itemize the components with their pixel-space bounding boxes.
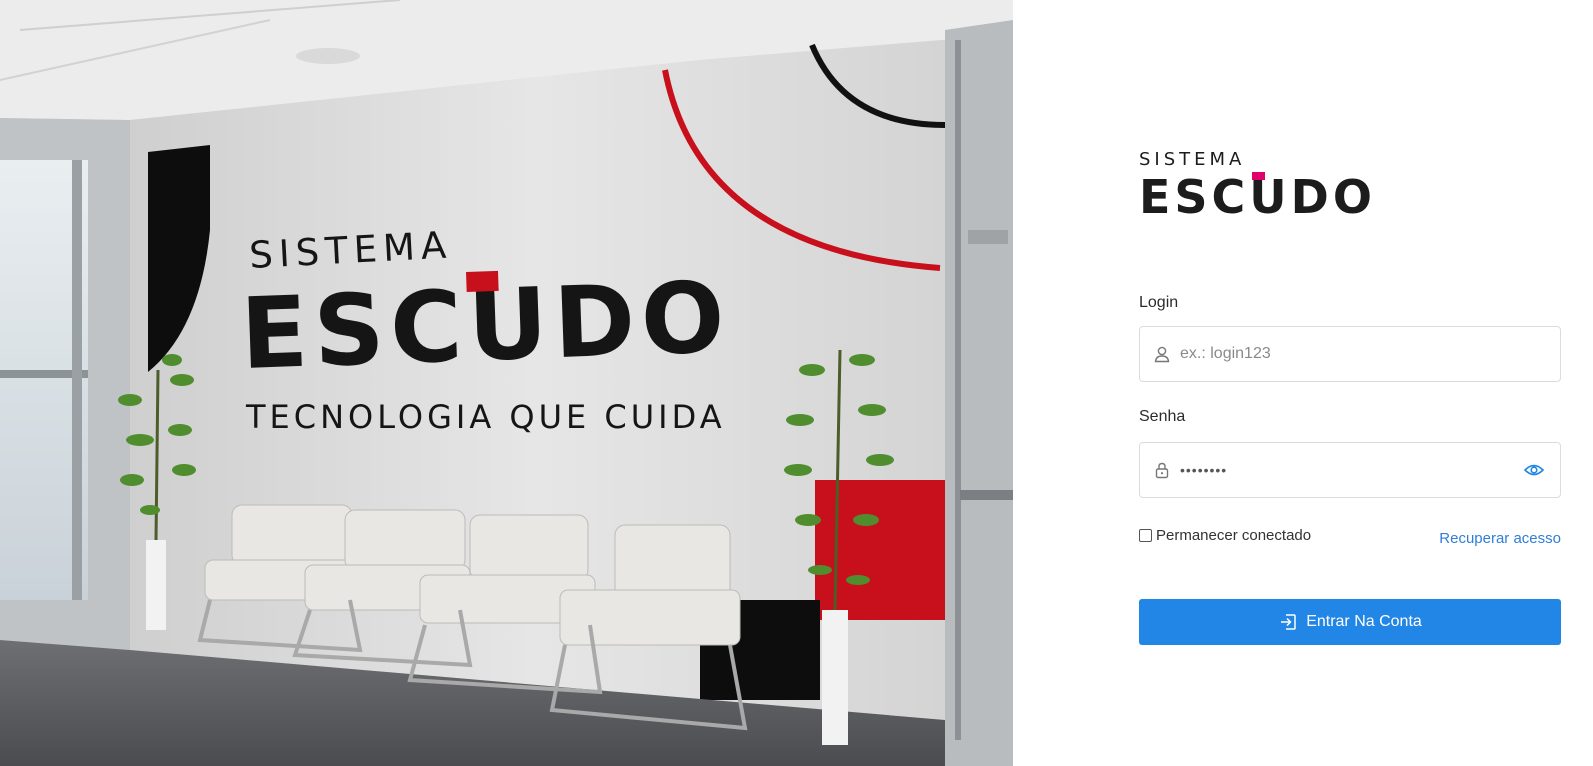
brand-logo-big: ESCUDO xyxy=(1139,172,1376,222)
brand-logo: SISTEMA ESCUDO xyxy=(1139,149,1376,223)
senha-label: Senha xyxy=(1139,408,1186,425)
user-icon xyxy=(1152,344,1172,364)
login-submit-button[interactable]: Entrar Na Conta xyxy=(1139,599,1561,645)
office-reception-illustration: SISTEMA ESCUDO TECNOLOGIA QUE CUIDA xyxy=(0,0,1013,766)
eye-icon[interactable] xyxy=(1522,458,1546,482)
remember-checkbox[interactable] xyxy=(1139,529,1152,542)
login-panel: SISTEMA ESCUDO Login Senha xyxy=(1013,0,1593,766)
remember-me[interactable]: Permanecer conectado xyxy=(1139,527,1311,544)
senha-input[interactable]: •••••••• xyxy=(1180,462,1522,478)
wall-tagline: TECNOLOGIA QUE CUIDA xyxy=(245,398,726,436)
login-page: SISTEMA ESCUDO TECNOLOGIA QUE CUIDA SIST… xyxy=(0,0,1593,766)
recover-access-link[interactable]: Recuperar acesso xyxy=(1439,530,1561,547)
senha-field[interactable]: •••••••• xyxy=(1139,442,1561,498)
login-input[interactable] xyxy=(1180,327,1560,381)
login-label: Login xyxy=(1139,294,1179,311)
login-field[interactable] xyxy=(1139,326,1561,382)
login-submit-label: Entrar Na Conta xyxy=(1306,613,1422,630)
brand-logo-small: SISTEMA xyxy=(1139,149,1246,170)
wall-brand-mark xyxy=(466,270,499,292)
brand-logo-mark xyxy=(1252,172,1265,180)
hero-image: SISTEMA ESCUDO TECNOLOGIA QUE CUIDA xyxy=(0,0,1013,766)
sign-in-icon xyxy=(1278,612,1298,632)
lock-icon xyxy=(1152,460,1172,480)
remember-label[interactable]: Permanecer conectado xyxy=(1156,527,1311,544)
